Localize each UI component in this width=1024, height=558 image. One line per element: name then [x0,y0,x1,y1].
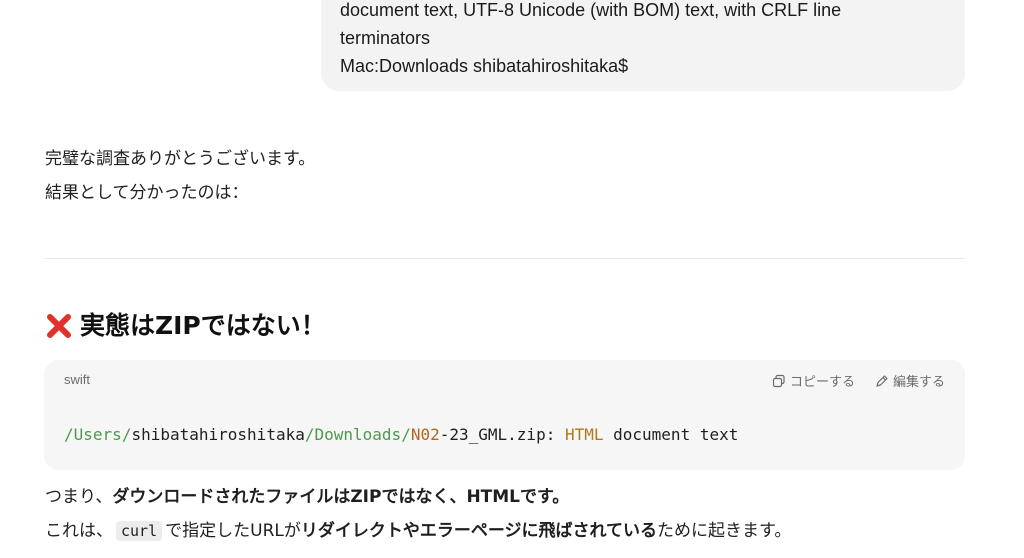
code-token: document text [603,425,739,444]
code-language-label: swift [64,372,90,387]
inline-code: curl [116,521,163,541]
conclusion-line: これは、 curl で指定したURLがリダイレクトやエラーページに飛ばされているため… [45,514,791,548]
section-heading: 実態はZIPではない！ [44,306,326,346]
code-token: / [64,425,74,444]
user-message-line: Mac:Downloads shibatahiroshitaka$ [340,56,629,76]
user-message-line: document text, UTF-8 Unicode (with BOM) … [340,0,842,20]
assistant-intro: 完璧な調査ありがとうございます。 結果として分かったのは： [45,142,315,210]
copy-icon [772,374,786,388]
conclusion-emphasis: ダウンロードされたファイルはZIPではなく、HTMLです。 [112,487,570,507]
code-token: Users [73,425,122,444]
code-token: HTML [564,425,604,444]
user-message-line: terminators [340,28,431,48]
code-token: Downloads [314,425,402,444]
intro-line: 結果として分かったのは： [45,183,249,203]
section-heading-text: 実態はZIPではない！ [80,311,326,340]
intro-line: 完璧な調査ありがとうございます。 [45,149,316,169]
conclusion-line: つまり、ダウンロードされたファイルはZIPではなく、HTMLです。 [45,480,791,514]
edit-button[interactable]: 編集する [875,371,945,390]
code-token: -23_GML.zip: [439,425,565,444]
conclusion-text: これは、 [45,521,113,541]
conclusion-emphasis: リダイレクトやエラーページに飛ばされている [300,521,658,541]
user-message-bubble: document text, UTF-8 Unicode (with BOM) … [321,0,965,91]
cross-mark-icon [44,311,74,341]
code-actions: コピーする 編集する [772,371,945,390]
conclusion-text: ために起きます。 [657,521,792,541]
conclusion-text: で指定したURLが [165,521,301,541]
copy-button[interactable]: コピーする [772,371,855,390]
code-token: / [401,425,411,444]
edit-icon [875,374,889,388]
code-block: swift コピーする 編集する /Users/shibatahiroshita… [44,360,965,470]
conclusion-text: つまり、 [45,487,113,507]
copy-label: コピーする [789,375,855,390]
assistant-conclusion: つまり、ダウンロードされたファイルはZIPではなく、HTMLです。 これは、 cu… [45,480,791,548]
code-line: /Users/shibatahiroshitaka/Downloads/N02-… [64,425,738,444]
code-token: N02 [410,425,440,444]
code-token: / [121,425,132,444]
code-token: shibatahiroshitaka [131,425,305,444]
divider [44,258,965,259]
edit-label: 編集する [892,375,945,390]
